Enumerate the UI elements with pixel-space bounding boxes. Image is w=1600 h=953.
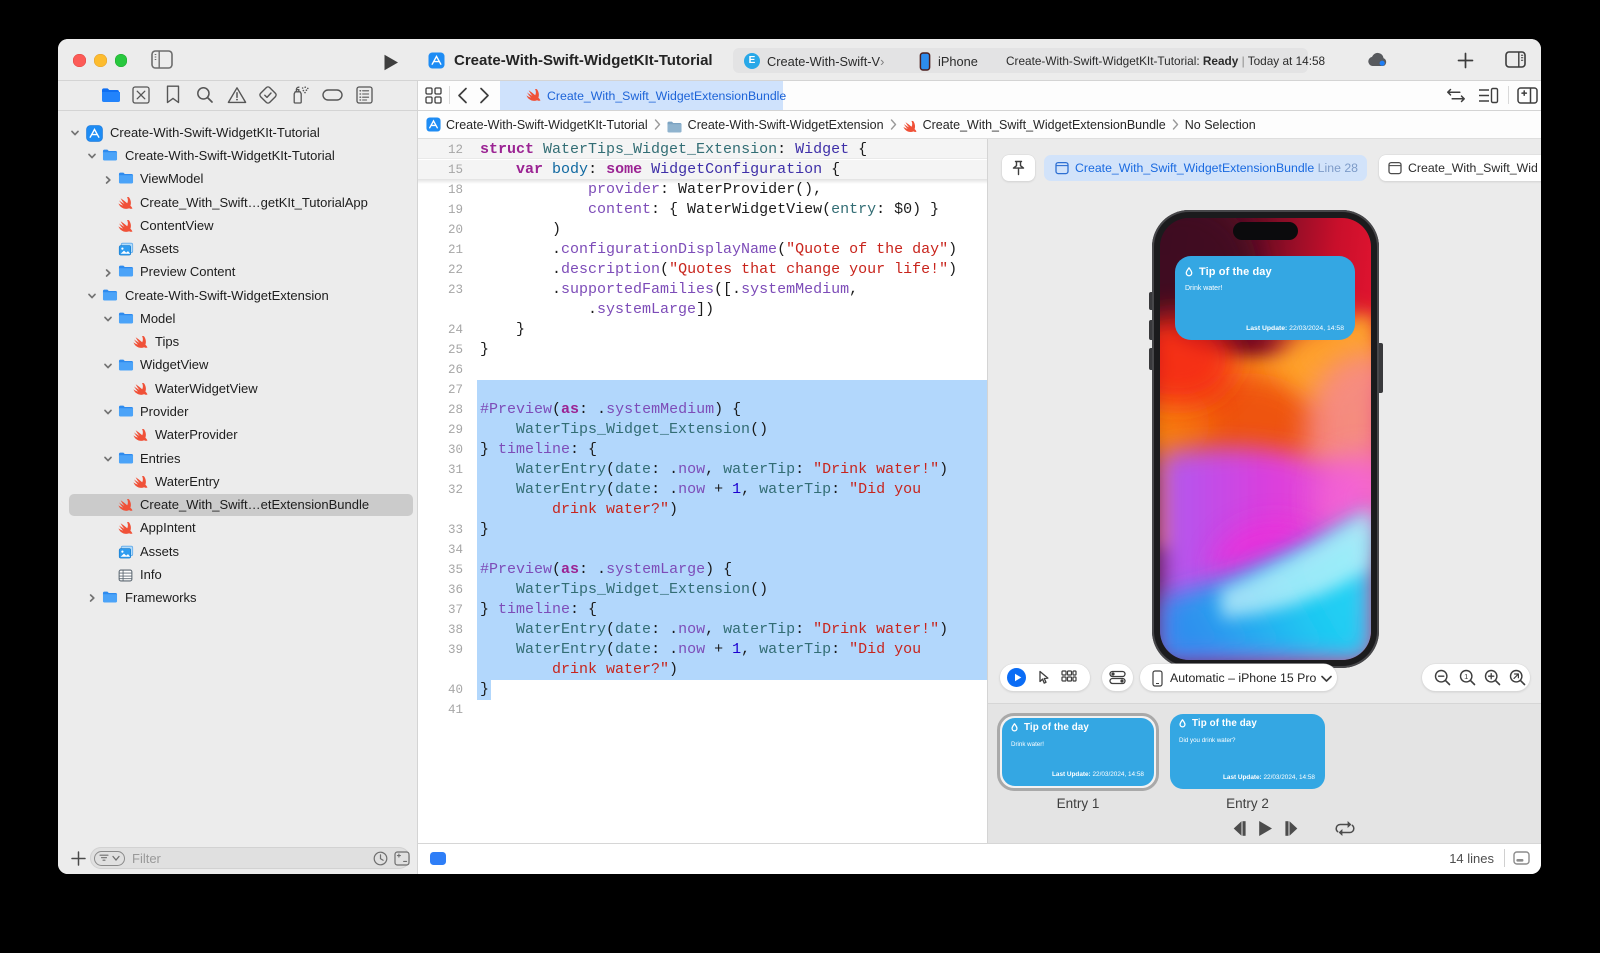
- svg-text:1: 1: [1464, 672, 1468, 681]
